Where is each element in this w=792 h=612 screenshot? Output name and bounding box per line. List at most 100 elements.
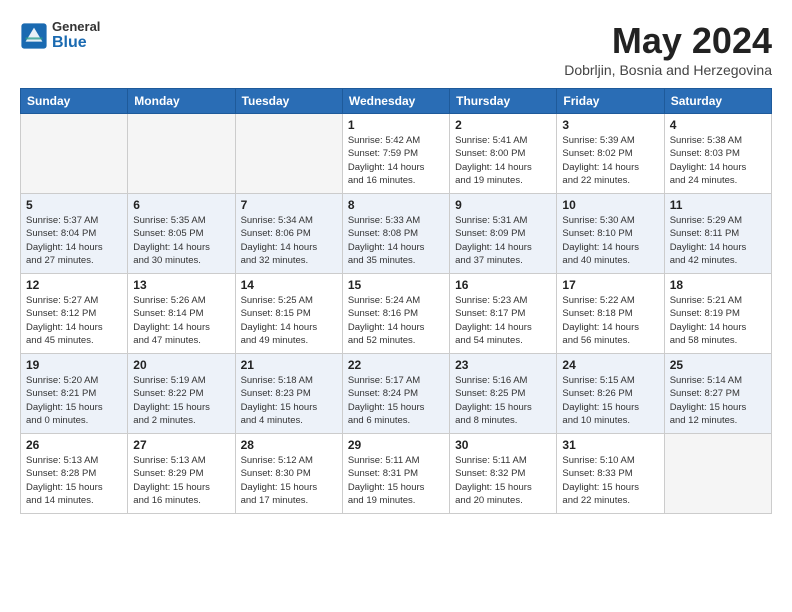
weekday-header-thursday: Thursday (450, 89, 557, 114)
day-number: 12 (26, 278, 122, 292)
calendar-week-row: 5 Sunrise: 5:37 AM Sunset: 8:04 PM Daylig… (21, 194, 772, 274)
day-number: 21 (241, 358, 337, 372)
weekday-header-monday: Monday (128, 89, 235, 114)
day-info: Sunrise: 5:30 AM Sunset: 8:10 PM Dayligh… (562, 214, 658, 267)
weekday-header-sunday: Sunday (21, 89, 128, 114)
day-info: Sunrise: 5:13 AM Sunset: 8:28 PM Dayligh… (26, 454, 122, 507)
day-number: 4 (670, 118, 766, 132)
day-info: Sunrise: 5:35 AM Sunset: 8:05 PM Dayligh… (133, 214, 229, 267)
day-info: Sunrise: 5:29 AM Sunset: 8:11 PM Dayligh… (670, 214, 766, 267)
calendar-week-row: 26 Sunrise: 5:13 AM Sunset: 8:28 PM Dayli… (21, 434, 772, 514)
day-info: Sunrise: 5:37 AM Sunset: 8:04 PM Dayligh… (26, 214, 122, 267)
weekday-header-saturday: Saturday (664, 89, 771, 114)
calendar-day-14: 14Sunrise: 5:25 AM Sunset: 8:15 PM Dayli… (235, 274, 342, 354)
logo-text: General Blue (52, 20, 100, 52)
day-number: 24 (562, 358, 658, 372)
day-number: 13 (133, 278, 229, 292)
day-number: 9 (455, 198, 551, 212)
weekday-header-tuesday: Tuesday (235, 89, 342, 114)
calendar-location: Dobrljin, Bosnia and Herzegovina (564, 62, 772, 78)
day-number: 14 (241, 278, 337, 292)
calendar-day-23: 23 Sunrise: 5:16 AM Sunset: 8:25 PM Dayli… (450, 354, 557, 434)
calendar-week-row: 1 Sunrise: 5:42 AM Sunset: 7:59 PM Daylig… (21, 114, 772, 194)
day-number: 1 (348, 118, 444, 132)
day-number: 11 (670, 198, 766, 212)
calendar-day-12: 12 Sunrise: 5:27 AM Sunset: 8:12 PM Dayli… (21, 274, 128, 354)
title-block: May 2024 Dobrljin, Bosnia and Herzegovin… (564, 20, 772, 78)
calendar-day-13: 13 Sunrise: 5:26 AM Sunset: 8:14 PM Dayli… (128, 274, 235, 354)
calendar-day-empty (664, 434, 771, 514)
day-info: Sunrise: 5:13 AM Sunset: 8:29 PM Dayligh… (133, 454, 229, 507)
calendar-day-25: 25 Sunrise: 5:14 AM Sunset: 8:27 PM Dayli… (664, 354, 771, 434)
calendar-day-16: 16Sunrise: 5:23 AM Sunset: 8:17 PM Dayli… (450, 274, 557, 354)
day-number: 29 (348, 438, 444, 452)
calendar-day-11: 11 Sunrise: 5:29 AM Sunset: 8:11 PM Dayli… (664, 194, 771, 274)
calendar-week-row: 19 Sunrise: 5:20 AM Sunset: 8:21 PM Dayli… (21, 354, 772, 434)
day-info: Sunrise: 5:11 AM Sunset: 8:31 PM Dayligh… (348, 454, 444, 507)
day-number: 19 (26, 358, 122, 372)
day-info: Sunrise: 5:33 AM Sunset: 8:08 PM Dayligh… (348, 214, 444, 267)
calendar-title: May 2024 (564, 20, 772, 62)
calendar-day-21: 21Sunrise: 5:18 AM Sunset: 8:23 PM Dayli… (235, 354, 342, 434)
day-number: 22 (348, 358, 444, 372)
calendar-day-6: 6Sunrise: 5:35 AM Sunset: 8:05 PM Daylig… (128, 194, 235, 274)
calendar-day-20: 20Sunrise: 5:19 AM Sunset: 8:22 PM Dayli… (128, 354, 235, 434)
day-number: 23 (455, 358, 551, 372)
day-number: 17 (562, 278, 658, 292)
day-number: 18 (670, 278, 766, 292)
calendar-day-22: 22 Sunrise: 5:17 AM Sunset: 8:24 PM Dayli… (342, 354, 449, 434)
day-info: Sunrise: 5:15 AM Sunset: 8:26 PM Dayligh… (562, 374, 658, 427)
day-info: Sunrise: 5:26 AM Sunset: 8:14 PM Dayligh… (133, 294, 229, 347)
weekday-header-wednesday: Wednesday (342, 89, 449, 114)
calendar-day-9: 9 Sunrise: 5:31 AM Sunset: 8:09 PM Daylig… (450, 194, 557, 274)
calendar-day-1: 1 Sunrise: 5:42 AM Sunset: 7:59 PM Daylig… (342, 114, 449, 194)
day-info: Sunrise: 5:39 AM Sunset: 8:02 PM Dayligh… (562, 134, 658, 187)
calendar-day-19: 19 Sunrise: 5:20 AM Sunset: 8:21 PM Dayli… (21, 354, 128, 434)
day-number: 28 (241, 438, 337, 452)
calendar-day-15: 15Sunrise: 5:24 AM Sunset: 8:16 PM Dayli… (342, 274, 449, 354)
calendar-day-24: 24 Sunrise: 5:15 AM Sunset: 8:26 PM Dayli… (557, 354, 664, 434)
calendar-day-30: 30Sunrise: 5:11 AM Sunset: 8:32 PM Dayli… (450, 434, 557, 514)
calendar-day-empty (235, 114, 342, 194)
day-info: Sunrise: 5:31 AM Sunset: 8:09 PM Dayligh… (455, 214, 551, 267)
day-info: Sunrise: 5:34 AM Sunset: 8:06 PM Dayligh… (241, 214, 337, 267)
day-number: 25 (670, 358, 766, 372)
day-info: Sunrise: 5:42 AM Sunset: 7:59 PM Dayligh… (348, 134, 444, 187)
day-info: Sunrise: 5:14 AM Sunset: 8:27 PM Dayligh… (670, 374, 766, 427)
calendar-day-7: 7Sunrise: 5:34 AM Sunset: 8:06 PM Daylig… (235, 194, 342, 274)
logo-blue-text: Blue (52, 34, 100, 52)
calendar-day-18: 18 Sunrise: 5:21 AM Sunset: 8:19 PM Dayli… (664, 274, 771, 354)
calendar-day-29: 29 Sunrise: 5:11 AM Sunset: 8:31 PM Dayli… (342, 434, 449, 514)
day-number: 26 (26, 438, 122, 452)
day-info: Sunrise: 5:10 AM Sunset: 8:33 PM Dayligh… (562, 454, 658, 507)
calendar-day-empty (128, 114, 235, 194)
day-number: 31 (562, 438, 658, 452)
day-number: 3 (562, 118, 658, 132)
day-number: 8 (348, 198, 444, 212)
calendar-day-5: 5 Sunrise: 5:37 AM Sunset: 8:04 PM Daylig… (21, 194, 128, 274)
day-number: 2 (455, 118, 551, 132)
day-info: Sunrise: 5:12 AM Sunset: 8:30 PM Dayligh… (241, 454, 337, 507)
day-info: Sunrise: 5:19 AM Sunset: 8:22 PM Dayligh… (133, 374, 229, 427)
day-info: Sunrise: 5:16 AM Sunset: 8:25 PM Dayligh… (455, 374, 551, 427)
day-info: Sunrise: 5:11 AM Sunset: 8:32 PM Dayligh… (455, 454, 551, 507)
calendar-table: SundayMondayTuesdayWednesdayThursdayFrid… (20, 88, 772, 514)
calendar-day-27: 27Sunrise: 5:13 AM Sunset: 8:29 PM Dayli… (128, 434, 235, 514)
logo-icon (20, 22, 48, 50)
day-number: 16 (455, 278, 551, 292)
calendar-day-10: 10 Sunrise: 5:30 AM Sunset: 8:10 PM Dayli… (557, 194, 664, 274)
calendar-week-row: 12 Sunrise: 5:27 AM Sunset: 8:12 PM Dayli… (21, 274, 772, 354)
day-info: Sunrise: 5:27 AM Sunset: 8:12 PM Dayligh… (26, 294, 122, 347)
day-number: 5 (26, 198, 122, 212)
calendar-day-26: 26 Sunrise: 5:13 AM Sunset: 8:28 PM Dayli… (21, 434, 128, 514)
day-number: 10 (562, 198, 658, 212)
calendar-day-empty (21, 114, 128, 194)
day-info: Sunrise: 5:20 AM Sunset: 8:21 PM Dayligh… (26, 374, 122, 427)
calendar-day-2: 2Sunrise: 5:41 AM Sunset: 8:00 PM Daylig… (450, 114, 557, 194)
day-info: Sunrise: 5:17 AM Sunset: 8:24 PM Dayligh… (348, 374, 444, 427)
day-info: Sunrise: 5:21 AM Sunset: 8:19 PM Dayligh… (670, 294, 766, 347)
calendar-day-17: 17Sunrise: 5:22 AM Sunset: 8:18 PM Dayli… (557, 274, 664, 354)
calendar-day-4: 4 Sunrise: 5:38 AM Sunset: 8:03 PM Daylig… (664, 114, 771, 194)
calendar-day-31: 31 Sunrise: 5:10 AM Sunset: 8:33 PM Dayli… (557, 434, 664, 514)
day-info: Sunrise: 5:38 AM Sunset: 8:03 PM Dayligh… (670, 134, 766, 187)
